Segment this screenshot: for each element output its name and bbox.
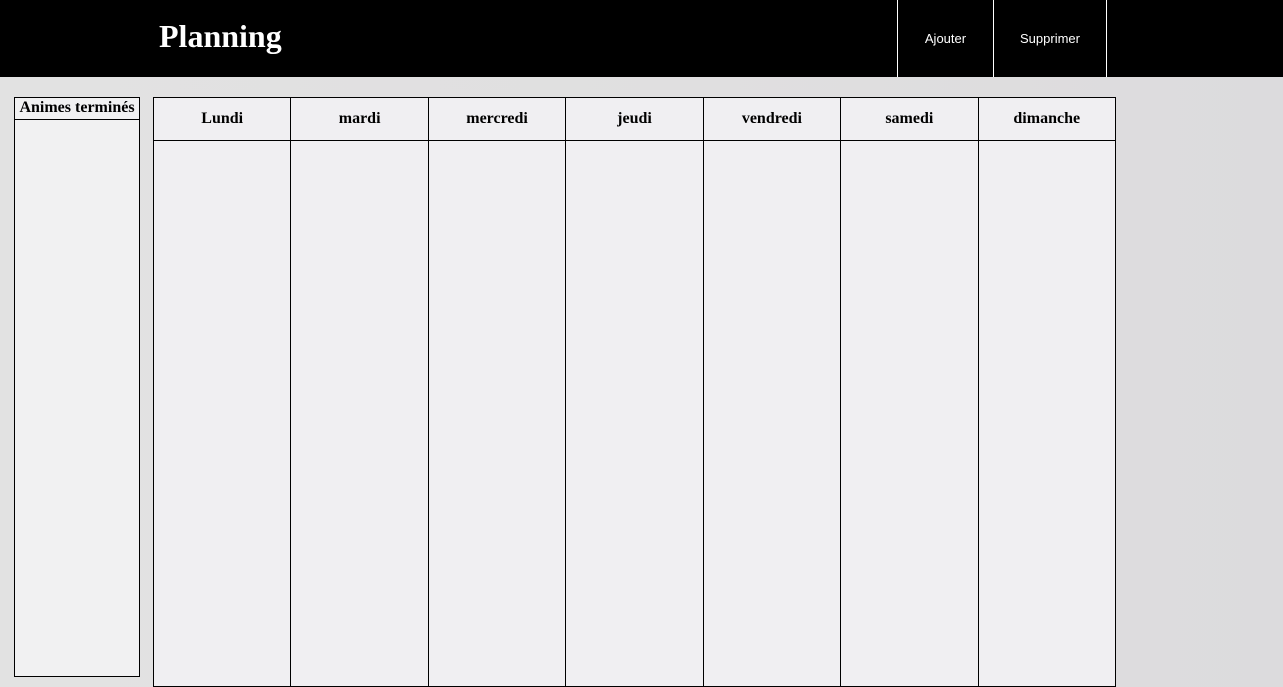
day-column-mercredi: mercredi: [428, 98, 567, 686]
day-column-dimanche: dimanche: [978, 98, 1115, 686]
day-column-lundi: Lundi: [154, 98, 292, 686]
day-header-jeudi: jeudi: [566, 98, 703, 141]
day-column-samedi: samedi: [841, 98, 979, 686]
day-header-samedi: samedi: [841, 98, 978, 141]
day-header-lundi: Lundi: [154, 98, 291, 141]
delete-button[interactable]: Supprimer: [993, 0, 1107, 77]
finished-animes-title: Animes terminés: [15, 98, 139, 120]
day-cell-mercredi[interactable]: [429, 141, 565, 686]
app-title: Planning: [159, 18, 282, 54]
weekly-planning-table: Lundi mardi mercredi jeudi vendredi same…: [153, 97, 1116, 687]
day-column-jeudi: jeudi: [566, 98, 704, 686]
day-header-vendredi: vendredi: [703, 98, 841, 141]
day-header-dimanche: dimanche: [978, 98, 1115, 141]
day-cell-mardi[interactable]: [291, 141, 427, 686]
finished-animes-panel: Animes terminés: [14, 97, 140, 677]
day-header-mardi: mardi: [291, 98, 428, 141]
day-cell-vendredi[interactable]: [704, 141, 840, 686]
day-cell-samedi[interactable]: [841, 141, 977, 686]
day-header-mercredi: mercredi: [428, 98, 566, 141]
day-cell-lundi[interactable]: [154, 141, 290, 686]
day-cell-jeudi[interactable]: [566, 141, 702, 686]
day-column-vendredi: vendredi: [703, 98, 842, 686]
day-cell-dimanche[interactable]: [979, 141, 1115, 686]
add-button[interactable]: Ajouter: [897, 0, 994, 77]
top-header: Planning Ajouter Supprimer: [0, 0, 1283, 77]
day-column-mardi: mardi: [291, 98, 429, 686]
